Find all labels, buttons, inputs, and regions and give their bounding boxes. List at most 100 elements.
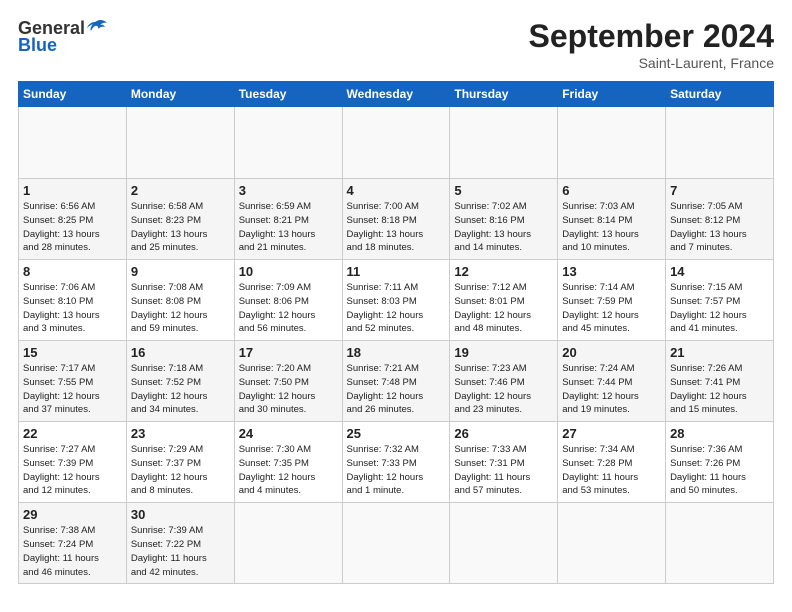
calendar-cell: 20 Sunrise: 7:24 AM Sunset: 7:44 PM Dayli…	[558, 341, 666, 422]
day-number: 12	[454, 264, 553, 279]
day-info: Sunrise: 7:09 AM Sunset: 8:06 PM Dayligh…	[239, 281, 338, 336]
day-info: Sunrise: 7:21 AM Sunset: 7:48 PM Dayligh…	[347, 362, 446, 417]
day-info: Sunrise: 7:17 AM Sunset: 7:55 PM Dayligh…	[23, 362, 122, 417]
calendar-cell: 13Sunrise: 7:14 AM Sunset: 7:59 PM Dayli…	[558, 260, 666, 341]
calendar-cell	[450, 503, 558, 584]
day-number: 4	[347, 183, 446, 198]
calendar-cell: 19 Sunrise: 7:23 AM Sunset: 7:46 PM Dayli…	[450, 341, 558, 422]
calendar-cell: 14Sunrise: 7:15 AM Sunset: 7:57 PM Dayli…	[666, 260, 774, 341]
calendar-cell: 7 Sunrise: 7:05 AM Sunset: 8:12 PM Daylig…	[666, 179, 774, 260]
day-number: 6	[562, 183, 661, 198]
calendar-week-row: 8 Sunrise: 7:06 AM Sunset: 8:10 PM Daylig…	[19, 260, 774, 341]
logo-bird-icon	[87, 19, 107, 35]
calendar-cell: 18 Sunrise: 7:21 AM Sunset: 7:48 PM Dayli…	[342, 341, 450, 422]
day-number: 29	[23, 507, 122, 522]
col-thursday: Thursday	[450, 82, 558, 107]
logo-blue-text: Blue	[18, 35, 57, 56]
day-info: Sunrise: 7:24 AM Sunset: 7:44 PM Dayligh…	[562, 362, 661, 417]
day-info: Sunrise: 7:34 AM Sunset: 7:28 PM Dayligh…	[562, 443, 661, 498]
day-number: 18	[347, 345, 446, 360]
day-number: 7	[670, 183, 769, 198]
day-number: 27	[562, 426, 661, 441]
calendar-cell: 27 Sunrise: 7:34 AM Sunset: 7:28 PM Dayli…	[558, 422, 666, 503]
title-block: September 2024 Saint-Laurent, France	[529, 18, 774, 71]
day-info: Sunrise: 7:08 AM Sunset: 8:08 PM Dayligh…	[131, 281, 230, 336]
calendar-cell	[558, 107, 666, 179]
calendar-title: September 2024	[529, 18, 774, 55]
day-number: 24	[239, 426, 338, 441]
day-number: 19	[454, 345, 553, 360]
day-number: 25	[347, 426, 446, 441]
calendar-cell: 4 Sunrise: 7:00 AM Sunset: 8:18 PM Daylig…	[342, 179, 450, 260]
day-info: Sunrise: 7:06 AM Sunset: 8:10 PM Dayligh…	[23, 281, 122, 336]
day-info: Sunrise: 6:56 AM Sunset: 8:25 PM Dayligh…	[23, 200, 122, 255]
calendar-cell: 6 Sunrise: 7:03 AM Sunset: 8:14 PM Daylig…	[558, 179, 666, 260]
col-friday: Friday	[558, 82, 666, 107]
day-number: 20	[562, 345, 661, 360]
day-info: Sunrise: 7:36 AM Sunset: 7:26 PM Dayligh…	[670, 443, 769, 498]
calendar-cell: 17 Sunrise: 7:20 AM Sunset: 7:50 PM Dayli…	[234, 341, 342, 422]
calendar-cell: 5Sunrise: 7:02 AM Sunset: 8:16 PM Daylig…	[450, 179, 558, 260]
day-info: Sunrise: 7:15 AM Sunset: 7:57 PM Dayligh…	[670, 281, 769, 336]
calendar-cell: 23Sunrise: 7:29 AM Sunset: 7:37 PM Dayli…	[126, 422, 234, 503]
calendar-cell: 12 Sunrise: 7:12 AM Sunset: 8:01 PM Dayli…	[450, 260, 558, 341]
day-number: 26	[454, 426, 553, 441]
day-number: 30	[131, 507, 230, 522]
calendar-cell: 15 Sunrise: 7:17 AM Sunset: 7:55 PM Dayli…	[19, 341, 127, 422]
calendar-cell: 29 Sunrise: 7:38 AM Sunset: 7:24 PM Dayli…	[19, 503, 127, 584]
calendar-cell: 9 Sunrise: 7:08 AM Sunset: 8:08 PM Daylig…	[126, 260, 234, 341]
calendar-subtitle: Saint-Laurent, France	[529, 55, 774, 71]
calendar-week-row	[19, 107, 774, 179]
calendar-cell: 3Sunrise: 6:59 AM Sunset: 8:21 PM Daylig…	[234, 179, 342, 260]
day-info: Sunrise: 7:30 AM Sunset: 7:35 PM Dayligh…	[239, 443, 338, 498]
day-info: Sunrise: 7:05 AM Sunset: 8:12 PM Dayligh…	[670, 200, 769, 255]
calendar-cell	[234, 503, 342, 584]
day-number: 17	[239, 345, 338, 360]
day-info: Sunrise: 7:33 AM Sunset: 7:31 PM Dayligh…	[454, 443, 553, 498]
calendar-cell	[666, 503, 774, 584]
calendar-cell	[450, 107, 558, 179]
day-info: Sunrise: 7:03 AM Sunset: 8:14 PM Dayligh…	[562, 200, 661, 255]
col-sunday: Sunday	[19, 82, 127, 107]
day-info: Sunrise: 7:39 AM Sunset: 7:22 PM Dayligh…	[131, 524, 230, 579]
header: General Blue September 2024 Saint-Lauren…	[18, 18, 774, 71]
calendar-cell: 30 Sunrise: 7:39 AM Sunset: 7:22 PM Dayli…	[126, 503, 234, 584]
calendar-cell: 16Sunrise: 7:18 AM Sunset: 7:52 PM Dayli…	[126, 341, 234, 422]
day-number: 8	[23, 264, 122, 279]
day-info: Sunrise: 7:14 AM Sunset: 7:59 PM Dayligh…	[562, 281, 661, 336]
day-info: Sunrise: 7:32 AM Sunset: 7:33 PM Dayligh…	[347, 443, 446, 498]
day-info: Sunrise: 7:02 AM Sunset: 8:16 PM Dayligh…	[454, 200, 553, 255]
day-info: Sunrise: 7:11 AM Sunset: 8:03 PM Dayligh…	[347, 281, 446, 336]
calendar-table: Sunday Monday Tuesday Wednesday Thursday…	[18, 81, 774, 584]
calendar-week-row: 29 Sunrise: 7:38 AM Sunset: 7:24 PM Dayli…	[19, 503, 774, 584]
calendar-cell	[19, 107, 127, 179]
day-number: 11	[347, 264, 446, 279]
calendar-cell: 22Sunrise: 7:27 AM Sunset: 7:39 PM Dayli…	[19, 422, 127, 503]
calendar-page: General Blue September 2024 Saint-Lauren…	[0, 0, 792, 612]
day-info: Sunrise: 7:20 AM Sunset: 7:50 PM Dayligh…	[239, 362, 338, 417]
day-info: Sunrise: 7:38 AM Sunset: 7:24 PM Dayligh…	[23, 524, 122, 579]
day-info: Sunrise: 7:29 AM Sunset: 7:37 PM Dayligh…	[131, 443, 230, 498]
day-info: Sunrise: 7:18 AM Sunset: 7:52 PM Dayligh…	[131, 362, 230, 417]
day-info: Sunrise: 6:58 AM Sunset: 8:23 PM Dayligh…	[131, 200, 230, 255]
calendar-week-row: 15 Sunrise: 7:17 AM Sunset: 7:55 PM Dayli…	[19, 341, 774, 422]
calendar-cell	[234, 107, 342, 179]
day-number: 15	[23, 345, 122, 360]
day-number: 21	[670, 345, 769, 360]
col-saturday: Saturday	[666, 82, 774, 107]
day-number: 3	[239, 183, 338, 198]
calendar-cell	[666, 107, 774, 179]
calendar-cell: 26 Sunrise: 7:33 AM Sunset: 7:31 PM Dayli…	[450, 422, 558, 503]
col-tuesday: Tuesday	[234, 82, 342, 107]
day-number: 22	[23, 426, 122, 441]
calendar-cell	[342, 503, 450, 584]
calendar-cell: 21Sunrise: 7:26 AM Sunset: 7:41 PM Dayli…	[666, 341, 774, 422]
day-info: Sunrise: 7:00 AM Sunset: 8:18 PM Dayligh…	[347, 200, 446, 255]
calendar-cell: 11 Sunrise: 7:11 AM Sunset: 8:03 PM Dayli…	[342, 260, 450, 341]
calendar-cell	[558, 503, 666, 584]
day-number: 10	[239, 264, 338, 279]
calendar-cell	[342, 107, 450, 179]
day-info: Sunrise: 7:23 AM Sunset: 7:46 PM Dayligh…	[454, 362, 553, 417]
day-number: 9	[131, 264, 230, 279]
day-info: Sunrise: 7:12 AM Sunset: 8:01 PM Dayligh…	[454, 281, 553, 336]
